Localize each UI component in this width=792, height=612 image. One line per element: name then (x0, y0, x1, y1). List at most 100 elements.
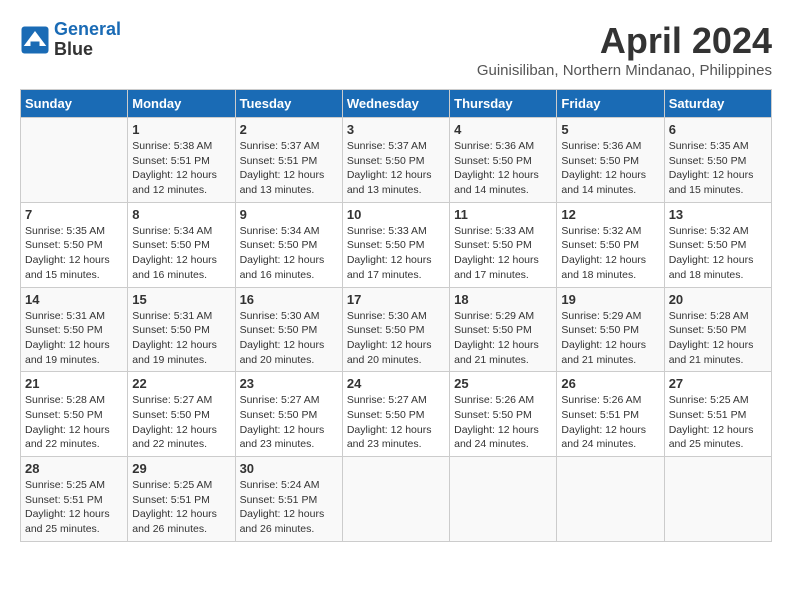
day-info: Sunrise: 5:37 AMSunset: 5:50 PMDaylight:… (347, 139, 445, 198)
day-info: Sunrise: 5:36 AMSunset: 5:50 PMDaylight:… (561, 139, 659, 198)
calendar-cell: 19 Sunrise: 5:29 AMSunset: 5:50 PMDaylig… (557, 287, 664, 372)
calendar-cell: 24 Sunrise: 5:27 AMSunset: 5:50 PMDaylig… (342, 372, 449, 457)
day-info: Sunrise: 5:30 AMSunset: 5:50 PMDaylight:… (240, 309, 338, 368)
day-info: Sunrise: 5:29 AMSunset: 5:50 PMDaylight:… (561, 309, 659, 368)
calendar-cell: 8 Sunrise: 5:34 AMSunset: 5:50 PMDayligh… (128, 202, 235, 287)
calendar-week-row: 28 Sunrise: 5:25 AMSunset: 5:51 PMDaylig… (21, 457, 772, 542)
day-number: 5 (561, 122, 659, 137)
calendar-week-row: 7 Sunrise: 5:35 AMSunset: 5:50 PMDayligh… (21, 202, 772, 287)
day-info: Sunrise: 5:33 AMSunset: 5:50 PMDaylight:… (347, 224, 445, 283)
day-number: 19 (561, 292, 659, 307)
day-info: Sunrise: 5:27 AMSunset: 5:50 PMDaylight:… (132, 393, 230, 452)
calendar-cell: 12 Sunrise: 5:32 AMSunset: 5:50 PMDaylig… (557, 202, 664, 287)
month-title: April 2024 (477, 20, 772, 62)
day-number: 21 (25, 376, 123, 391)
day-info: Sunrise: 5:36 AMSunset: 5:50 PMDaylight:… (454, 139, 552, 198)
calendar-cell: 27 Sunrise: 5:25 AMSunset: 5:51 PMDaylig… (664, 372, 771, 457)
calendar-week-row: 21 Sunrise: 5:28 AMSunset: 5:50 PMDaylig… (21, 372, 772, 457)
day-info: Sunrise: 5:38 AMSunset: 5:51 PMDaylight:… (132, 139, 230, 198)
day-number: 13 (669, 207, 767, 222)
day-info: Sunrise: 5:28 AMSunset: 5:50 PMDaylight:… (669, 309, 767, 368)
day-info: Sunrise: 5:32 AMSunset: 5:50 PMDaylight:… (669, 224, 767, 283)
day-number: 3 (347, 122, 445, 137)
day-info: Sunrise: 5:24 AMSunset: 5:51 PMDaylight:… (240, 478, 338, 537)
day-number: 14 (25, 292, 123, 307)
weekday-header-cell: Monday (128, 90, 235, 118)
calendar-cell: 4 Sunrise: 5:36 AMSunset: 5:50 PMDayligh… (450, 118, 557, 203)
calendar-cell: 1 Sunrise: 5:38 AMSunset: 5:51 PMDayligh… (128, 118, 235, 203)
day-info: Sunrise: 5:34 AMSunset: 5:50 PMDaylight:… (132, 224, 230, 283)
day-info: Sunrise: 5:31 AMSunset: 5:50 PMDaylight:… (25, 309, 123, 368)
logo: General Blue (20, 20, 121, 60)
logo-text: General Blue (54, 20, 121, 60)
day-number: 10 (347, 207, 445, 222)
day-number: 24 (347, 376, 445, 391)
day-info: Sunrise: 5:25 AMSunset: 5:51 PMDaylight:… (669, 393, 767, 452)
calendar-cell: 11 Sunrise: 5:33 AMSunset: 5:50 PMDaylig… (450, 202, 557, 287)
day-number: 15 (132, 292, 230, 307)
day-number: 28 (25, 461, 123, 476)
day-info: Sunrise: 5:32 AMSunset: 5:50 PMDaylight:… (561, 224, 659, 283)
calendar-cell: 23 Sunrise: 5:27 AMSunset: 5:50 PMDaylig… (235, 372, 342, 457)
day-info: Sunrise: 5:26 AMSunset: 5:51 PMDaylight:… (561, 393, 659, 452)
calendar-week-row: 14 Sunrise: 5:31 AMSunset: 5:50 PMDaylig… (21, 287, 772, 372)
day-info: Sunrise: 5:34 AMSunset: 5:50 PMDaylight:… (240, 224, 338, 283)
calendar-cell: 29 Sunrise: 5:25 AMSunset: 5:51 PMDaylig… (128, 457, 235, 542)
title-section: April 2024 Guinisiliban, Northern Mindan… (477, 20, 772, 79)
calendar-cell: 7 Sunrise: 5:35 AMSunset: 5:50 PMDayligh… (21, 202, 128, 287)
day-info: Sunrise: 5:25 AMSunset: 5:51 PMDaylight:… (25, 478, 123, 537)
calendar-cell: 26 Sunrise: 5:26 AMSunset: 5:51 PMDaylig… (557, 372, 664, 457)
calendar-cell: 28 Sunrise: 5:25 AMSunset: 5:51 PMDaylig… (21, 457, 128, 542)
day-number: 12 (561, 207, 659, 222)
day-number: 4 (454, 122, 552, 137)
day-number: 11 (454, 207, 552, 222)
day-info: Sunrise: 5:27 AMSunset: 5:50 PMDaylight:… (347, 393, 445, 452)
calendar-table: SundayMondayTuesdayWednesdayThursdayFrid… (20, 89, 772, 542)
day-number: 25 (454, 376, 552, 391)
calendar-cell: 9 Sunrise: 5:34 AMSunset: 5:50 PMDayligh… (235, 202, 342, 287)
calendar-cell: 2 Sunrise: 5:37 AMSunset: 5:51 PMDayligh… (235, 118, 342, 203)
day-number: 27 (669, 376, 767, 391)
calendar-cell: 16 Sunrise: 5:30 AMSunset: 5:50 PMDaylig… (235, 287, 342, 372)
calendar-cell (450, 457, 557, 542)
weekday-header-cell: Thursday (450, 90, 557, 118)
day-number: 23 (240, 376, 338, 391)
calendar-cell: 17 Sunrise: 5:30 AMSunset: 5:50 PMDaylig… (342, 287, 449, 372)
calendar-cell (664, 457, 771, 542)
weekday-header-cell: Tuesday (235, 90, 342, 118)
day-info: Sunrise: 5:26 AMSunset: 5:50 PMDaylight:… (454, 393, 552, 452)
calendar-cell: 10 Sunrise: 5:33 AMSunset: 5:50 PMDaylig… (342, 202, 449, 287)
page-header: General Blue April 2024 Guinisiliban, No… (20, 20, 772, 79)
calendar-cell: 25 Sunrise: 5:26 AMSunset: 5:50 PMDaylig… (450, 372, 557, 457)
calendar-cell (342, 457, 449, 542)
calendar-cell (21, 118, 128, 203)
calendar-cell (557, 457, 664, 542)
day-info: Sunrise: 5:35 AMSunset: 5:50 PMDaylight:… (25, 224, 123, 283)
weekday-header-cell: Friday (557, 90, 664, 118)
day-number: 8 (132, 207, 230, 222)
calendar-cell: 3 Sunrise: 5:37 AMSunset: 5:50 PMDayligh… (342, 118, 449, 203)
day-number: 17 (347, 292, 445, 307)
logo-line1: General (54, 19, 121, 39)
day-info: Sunrise: 5:29 AMSunset: 5:50 PMDaylight:… (454, 309, 552, 368)
day-info: Sunrise: 5:31 AMSunset: 5:50 PMDaylight:… (132, 309, 230, 368)
weekday-header-row: SundayMondayTuesdayWednesdayThursdayFrid… (21, 90, 772, 118)
calendar-cell: 30 Sunrise: 5:24 AMSunset: 5:51 PMDaylig… (235, 457, 342, 542)
calendar-body: 1 Sunrise: 5:38 AMSunset: 5:51 PMDayligh… (21, 118, 772, 542)
logo-line2: Blue (54, 40, 121, 60)
calendar-cell: 18 Sunrise: 5:29 AMSunset: 5:50 PMDaylig… (450, 287, 557, 372)
calendar-cell: 13 Sunrise: 5:32 AMSunset: 5:50 PMDaylig… (664, 202, 771, 287)
calendar-cell: 5 Sunrise: 5:36 AMSunset: 5:50 PMDayligh… (557, 118, 664, 203)
day-number: 1 (132, 122, 230, 137)
weekday-header-cell: Saturday (664, 90, 771, 118)
calendar-week-row: 1 Sunrise: 5:38 AMSunset: 5:51 PMDayligh… (21, 118, 772, 203)
calendar-cell: 6 Sunrise: 5:35 AMSunset: 5:50 PMDayligh… (664, 118, 771, 203)
day-number: 9 (240, 207, 338, 222)
day-number: 7 (25, 207, 123, 222)
subtitle: Guinisiliban, Northern Mindanao, Philipp… (477, 62, 772, 79)
day-number: 16 (240, 292, 338, 307)
logo-icon (20, 25, 50, 55)
day-info: Sunrise: 5:28 AMSunset: 5:50 PMDaylight:… (25, 393, 123, 452)
day-number: 6 (669, 122, 767, 137)
day-number: 29 (132, 461, 230, 476)
